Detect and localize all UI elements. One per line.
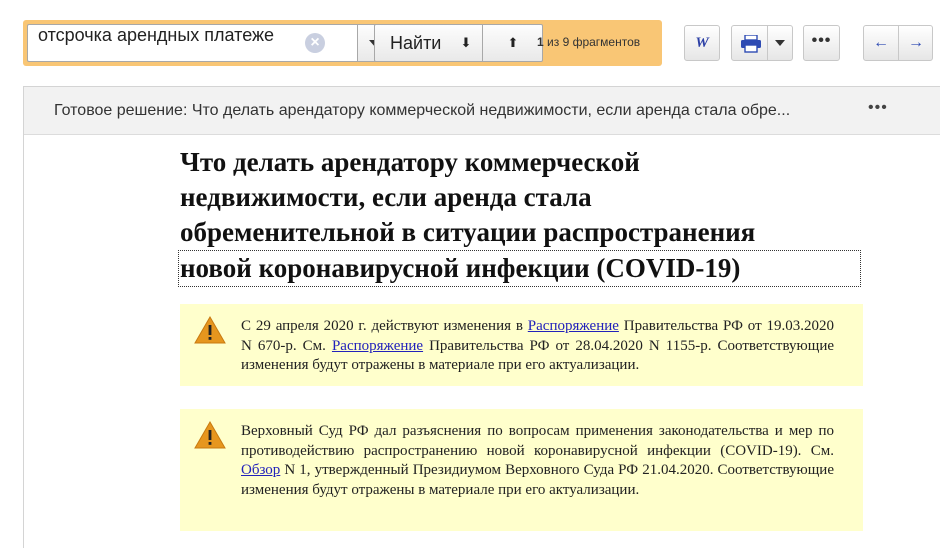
- document-header-title[interactable]: Готовое решение: Что делать арендатору к…: [54, 102, 884, 120]
- clear-search-icon[interactable]: ×: [305, 33, 325, 53]
- find-button-group: Найти ⬇ ⬆: [374, 24, 543, 62]
- notice-text-part: С 29 апреля 2020 г. действуют изменения …: [241, 318, 528, 334]
- arrow-right-icon[interactable]: →: [899, 26, 933, 60]
- chevron-down-icon[interactable]: [775, 40, 785, 46]
- link-rasporyazhenie[interactable]: Распоряжение: [528, 318, 619, 334]
- link-rasporyazhenie[interactable]: Распоряжение: [332, 338, 423, 354]
- warning-icon: [194, 316, 226, 344]
- find-next-icon[interactable]: ⬇: [459, 34, 473, 52]
- more-options-button[interactable]: •••: [803, 25, 840, 61]
- title-line: недвижимости, если аренда стала: [180, 182, 592, 212]
- notice-text: Верховный Суд РФ дал разъяснения по вопр…: [241, 422, 834, 500]
- hits-rest: из 9 фрагментов: [547, 35, 641, 49]
- search-input[interactable]: отсрочка арендных платеже: [28, 25, 326, 61]
- print-button[interactable]: [731, 25, 793, 61]
- link-obzor[interactable]: Обзор: [241, 462, 280, 478]
- divider: [767, 26, 768, 60]
- title-line-focused: новой коронавирусной инфекции (COVID-19): [178, 250, 861, 287]
- arrow-left-icon[interactable]: ←: [864, 26, 898, 60]
- notice-text-part: Верховный Суд РФ дал разъяснения по вопр…: [241, 423, 834, 459]
- warning-notice: Верховный Суд РФ дал разъяснения по вопр…: [180, 409, 863, 531]
- hits-current: 1: [537, 35, 544, 49]
- find-previous-button[interactable]: ⬆: [483, 25, 543, 61]
- warning-icon: [194, 421, 226, 449]
- search-panel: отсрочка арендных платеже × Найти ⬇ ⬆ 1 …: [23, 20, 662, 66]
- document-view: Готовое решение: Что делать арендатору к…: [23, 86, 940, 548]
- navigation-buttons: ← →: [863, 25, 933, 61]
- notice-text: С 29 апреля 2020 г. действуют изменения …: [241, 317, 834, 376]
- toolbar: отсрочка арендных платеже × Найти ⬇ ⬆ 1 …: [0, 0, 940, 86]
- warning-notice: С 29 апреля 2020 г. действуют изменения …: [180, 304, 863, 386]
- title-line: обременительной в ситуации распространен…: [180, 217, 756, 247]
- header-more-icon[interactable]: •••: [868, 99, 888, 117]
- more-icon: •••: [811, 32, 832, 49]
- document-header: Готовое решение: Что делать арендатору к…: [24, 87, 940, 135]
- search-input-wrap: отсрочка арендных платеже ×: [27, 24, 357, 62]
- export-word-button[interactable]: W: [684, 25, 720, 61]
- title-line: Что делать арендатору коммерческой: [180, 147, 640, 177]
- printer-icon: [741, 35, 761, 53]
- page-title: Что делать арендатору коммерческой недви…: [178, 145, 863, 287]
- notice-text-part: N 1, утвержденный Президиумом Верховного…: [241, 462, 834, 498]
- word-icon: W: [695, 35, 709, 51]
- search-hits-counter: 1 из 9 фрагментов: [537, 35, 640, 49]
